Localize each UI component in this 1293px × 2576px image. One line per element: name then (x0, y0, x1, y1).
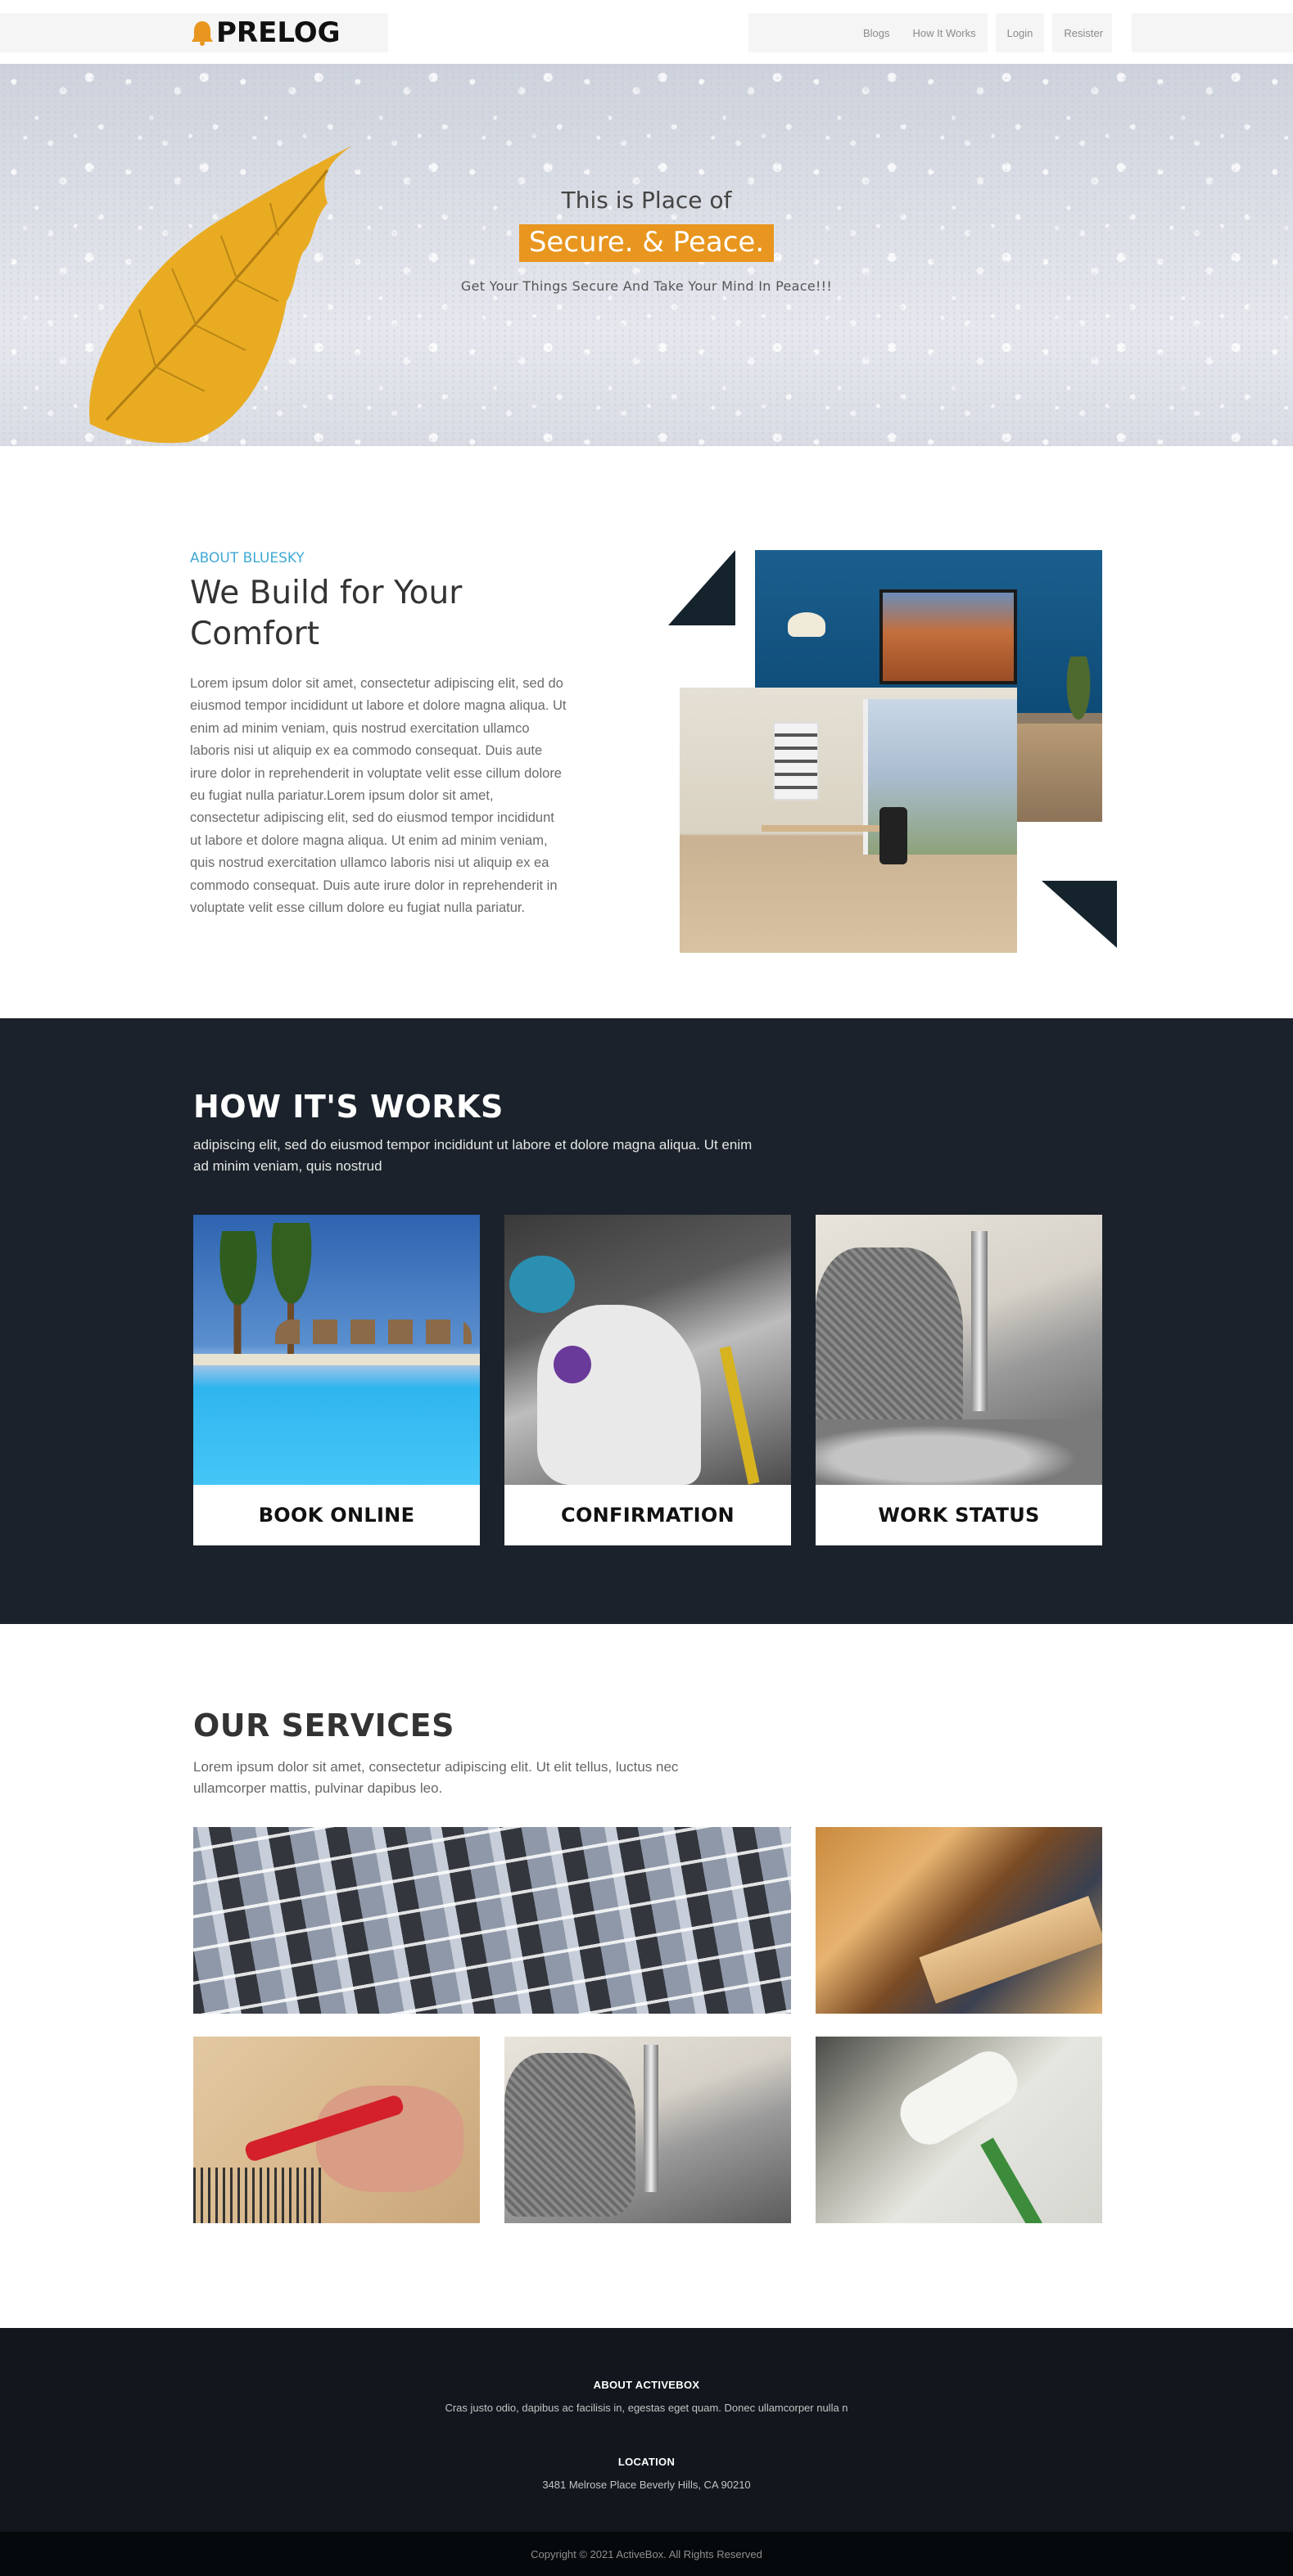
bell-icon (190, 20, 215, 46)
copyright-bar: Copyright © 2021 ActiveBox. All Rights R… (0, 2532, 1293, 2576)
nav-menu: Blogs How It Works Login Resister (852, 13, 1114, 52)
how-it-works-subtitle: adipiscing elit, sed do eiusmod tempor i… (193, 1137, 753, 1174)
hero-heading: This is Place of (561, 187, 732, 214)
hero-highlight-wrap: Secure. & Peace. (0, 224, 1293, 262)
card-label: BOOK ONLINE (258, 1504, 415, 1527)
nav-separator (1044, 13, 1053, 52)
brand-name: PRELOG (216, 16, 341, 49)
decorative-triangle (668, 550, 735, 625)
services-title: OUR SERVICES (193, 1708, 454, 1744)
services-subtitle: Lorem ipsum dolor sit amet, consectetur … (193, 1759, 679, 1796)
decorative-triangle (1042, 881, 1117, 948)
plumber-image (816, 1215, 1102, 1485)
footer-location-heading: LOCATION (617, 2456, 676, 2468)
hero-highlight: Secure. & Peace. (518, 224, 775, 262)
copyright-text: Copyright © 2021 ActiveBox. All Rights R… (531, 2547, 762, 2560)
nav-item-register[interactable]: Resister (1052, 27, 1114, 39)
footer-about-heading: ABOUT ACTIVEBOX (593, 2379, 700, 2391)
pool-image (193, 1215, 480, 1485)
service-image-electrical[interactable] (193, 2037, 480, 2223)
nav-right-band (1132, 13, 1293, 52)
about-title: We Build for Your Comfort (190, 575, 463, 652)
about-eyebrow: ABOUT BLUESKY (190, 550, 305, 566)
service-image-painting[interactable] (816, 2037, 1102, 2223)
nav-item-login[interactable]: Login (996, 27, 1045, 39)
room-image-office (680, 688, 1017, 953)
footer-about-text: Cras justo odio, dapibus ac facilisis in… (445, 2402, 848, 2414)
service-image-carpentry[interactable] (816, 1827, 1102, 2014)
service-image-plumbing[interactable] (504, 2037, 791, 2223)
card-label: WORK STATUS (878, 1504, 1040, 1527)
footer-location-text: 3481 Melrose Place Beverly Hills, CA 902… (542, 2479, 751, 2491)
brand-logo[interactable]: PRELOG (190, 13, 341, 52)
worker-image (504, 1215, 791, 1485)
nav-item-how-it-works[interactable]: How It Works (902, 27, 988, 39)
hero-subtitle: Get Your Things Secure And Take Your Min… (460, 278, 833, 294)
navbar: PRELOG Blogs How It Works Login Resister (0, 0, 1293, 64)
card-work-status[interactable]: WORK STATUS (816, 1215, 1102, 1545)
how-it-works-section: HOW IT'S WORKS adipiscing elit, sed do e… (0, 1018, 1293, 1624)
card-confirmation[interactable]: CONFIRMATION (504, 1215, 791, 1545)
nav-separator (987, 13, 996, 52)
card-book-online[interactable]: BOOK ONLINE (193, 1215, 480, 1545)
hero-banner: This is Place of Secure. & Peace. Get Yo… (0, 64, 1293, 446)
nav-item-blogs[interactable]: Blogs (852, 27, 902, 39)
how-it-works-title: HOW IT'S WORKS (193, 1089, 504, 1125)
service-image-roofing[interactable] (193, 1827, 791, 2014)
card-label: CONFIRMATION (561, 1504, 735, 1527)
about-image-collage (668, 550, 1120, 953)
about-body: Lorem ipsum dolor sit amet, consectetur … (190, 676, 567, 916)
footer: ABOUT ACTIVEBOX Cras justo odio, dapibus… (0, 2328, 1293, 2532)
